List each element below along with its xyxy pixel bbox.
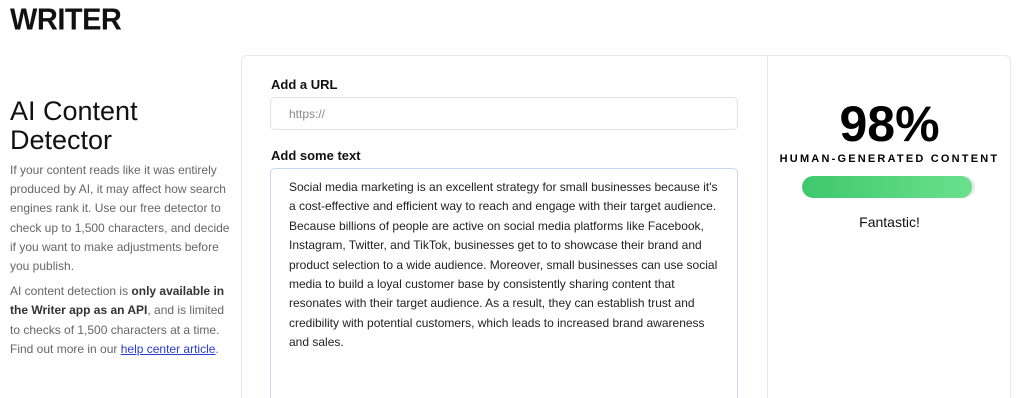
- page-title: AI Content Detector: [10, 96, 138, 155]
- intro-section: AI Content Detector If your content read…: [10, 97, 232, 359]
- url-label: Add a URL: [271, 77, 338, 92]
- score-progress-fill: [802, 176, 972, 198]
- availability-text-start: AI content detection is: [10, 284, 132, 299]
- human-score: 98%: [839, 96, 940, 152]
- score-caption: HUMAN-GENERATED CONTENT: [779, 153, 1000, 165]
- score-progress-bar: [802, 176, 975, 198]
- help-center-link[interactable]: help center article: [121, 342, 216, 356]
- text-label: Add some text: [271, 148, 361, 163]
- url-input[interactable]: [270, 97, 738, 130]
- availability-note: AI content detection is only available i…: [10, 282, 232, 359]
- ai-content-detector-page: WRITER AI Content Detector If your conte…: [0, 0, 1024, 398]
- text-input-area[interactable]: Social media marketing is an excellent s…: [270, 168, 738, 398]
- writer-logo[interactable]: WRITER: [10, 3, 122, 38]
- availability-text-end: .: [215, 341, 219, 356]
- intro-description: If your content reads like it was entire…: [10, 163, 230, 274]
- score-verdict: Fantastic!: [859, 214, 920, 230]
